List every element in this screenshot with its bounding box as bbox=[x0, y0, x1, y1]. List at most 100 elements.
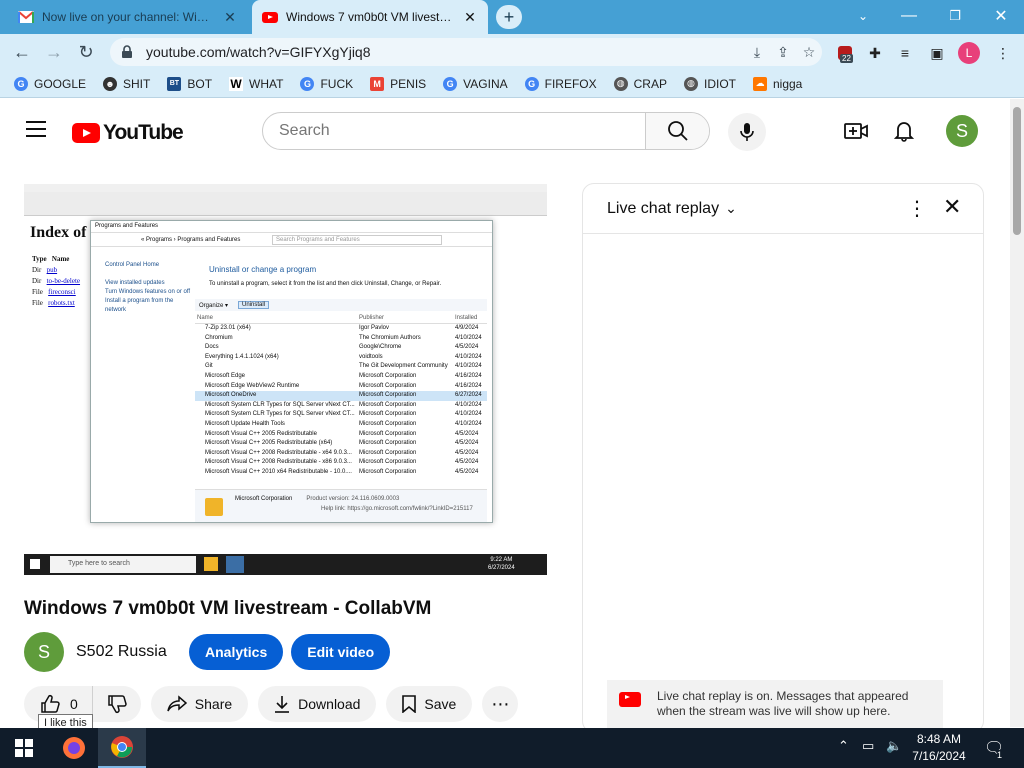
media-control-icon[interactable]: ≡ bbox=[894, 42, 916, 64]
close-tab-icon[interactable]: ✕ bbox=[462, 9, 478, 26]
vm-program-row: Microsoft OneDrive Microsoft Corporation 6… bbox=[195, 391, 487, 401]
save-button[interactable]: Save bbox=[386, 686, 473, 722]
edit-video-button[interactable]: Edit video bbox=[291, 634, 391, 670]
vm-index-link: pub bbox=[46, 266, 58, 274]
youtube-logo[interactable]: YouTube bbox=[72, 121, 184, 145]
vm-program-cell: 7-Zip 23.01 (x64) bbox=[205, 325, 251, 331]
bookmark-star-icon[interactable]: ☆ bbox=[796, 44, 822, 61]
bookmark-idiot[interactable]: ◍ IDIOT bbox=[683, 76, 736, 91]
vm-subheading: To uninstall a program, select it from t… bbox=[209, 281, 442, 287]
forward-button[interactable]: → bbox=[42, 40, 66, 64]
browser-menu-icon[interactable]: ⋮ bbox=[992, 42, 1014, 64]
search-box[interactable]: Search bbox=[262, 112, 710, 150]
create-video-icon[interactable] bbox=[842, 117, 870, 145]
vm-program-cell: 4/10/2024 bbox=[455, 420, 482, 427]
vm-program-cell: 4/10/2024 bbox=[455, 411, 482, 418]
extension-badge-icon[interactable]: 22 bbox=[834, 42, 856, 64]
bookmark-nigga[interactable]: ☁ nigga bbox=[752, 76, 802, 91]
vm-program-cell: Microsoft System CLR Types for SQL Serve… bbox=[205, 411, 355, 418]
bookmark-label: GOOGLE bbox=[34, 76, 87, 91]
back-button[interactable]: ← bbox=[10, 40, 34, 64]
vm-program-row: Microsoft Visual C++ 2005 Redistributabl… bbox=[195, 430, 487, 440]
vm-program-cell: Microsoft Visual C++ 2008 Redistributabl… bbox=[205, 459, 352, 466]
tab-livestream[interactable]: Windows 7 vm0b0t VM livestream ✕ bbox=[252, 0, 488, 34]
install-app-icon[interactable]: ⤓ bbox=[744, 44, 770, 61]
bookmark-icon bbox=[402, 695, 417, 713]
page-scrollbar[interactable] bbox=[1010, 99, 1024, 727]
search-input[interactable]: Search bbox=[263, 113, 645, 149]
vm-program-cell: Microsoft Edge bbox=[205, 372, 246, 379]
taskbar-chrome[interactable] bbox=[98, 728, 146, 768]
tab-now-live[interactable]: Now live on your channel: Windo ✕ bbox=[8, 0, 248, 34]
vm-program-cell: Microsoft Edge WebView2 Runtime bbox=[205, 382, 300, 389]
youtube-wordmark: YouTube bbox=[103, 121, 184, 144]
account-avatar[interactable]: S bbox=[946, 115, 978, 147]
vm-program-cell: Microsoft Visual C++ 2008 Redistributabl… bbox=[205, 449, 352, 456]
close-tab-icon[interactable]: ✕ bbox=[222, 9, 238, 26]
vm-program-row: Microsoft Visual C++ 2005 Redistributabl… bbox=[195, 439, 487, 449]
vm-details-version: Product version: 24.116.0609.0003 bbox=[306, 496, 400, 502]
taskbar-clock[interactable]: 8:48 AM 7/16/2024 bbox=[906, 731, 972, 765]
bookmark-firefox[interactable]: G FIREFOX bbox=[524, 76, 597, 91]
close-window-button[interactable]: ✕ bbox=[978, 0, 1024, 32]
voice-search-button[interactable] bbox=[728, 113, 766, 151]
close-chat-icon[interactable]: ✕ bbox=[943, 194, 961, 220]
dislike-button[interactable] bbox=[93, 686, 141, 722]
new-tab-button[interactable]: + bbox=[496, 5, 522, 29]
download-icon bbox=[275, 696, 290, 713]
search-button[interactable] bbox=[645, 113, 709, 149]
bookmark-bot[interactable]: BT BOT bbox=[167, 76, 212, 91]
notification-count: 1 bbox=[997, 750, 1003, 760]
address-bar[interactable]: youtube.com/watch?v=GIFYXgYjiq8 ⤓ ⇪ ☆ bbox=[110, 38, 822, 66]
notifications-bell-icon[interactable] bbox=[890, 117, 918, 145]
share-page-icon[interactable]: ⇪ bbox=[770, 44, 796, 61]
vm-uninstall: Uninstall bbox=[238, 301, 270, 309]
tray-overflow-icon[interactable]: ⌃ bbox=[838, 738, 849, 754]
profile-avatar[interactable]: L bbox=[958, 42, 980, 64]
vm-search-bar: Type here to search bbox=[50, 556, 196, 573]
download-button[interactable]: Download bbox=[258, 686, 377, 722]
video-player[interactable]: Index of Type Name Dir pub Dir to-be-del… bbox=[24, 184, 547, 575]
vm-program-cell: Google\Chrome bbox=[359, 344, 402, 351]
volume-muted-icon[interactable]: 🔈 bbox=[886, 738, 902, 754]
chat-mode-dropdown[interactable]: Live chat replay bbox=[607, 200, 719, 218]
chat-replay-notice: Live chat replay is on. Messages that ap… bbox=[607, 680, 943, 728]
vm-program-cell: 6/27/2024 bbox=[455, 392, 482, 399]
scrollbar-thumb[interactable] bbox=[1013, 107, 1021, 235]
bookmark-fuck[interactable]: G FUCK bbox=[300, 76, 353, 91]
network-icon[interactable]: ▭ bbox=[862, 738, 874, 754]
windows-start-button[interactable] bbox=[0, 728, 48, 768]
url-text: youtube.com/watch?v=GIFYXgYjiq8 bbox=[146, 44, 371, 60]
live-chat-panel: Live chat replay ⌄ ⋮ ✕ Live chat replay … bbox=[582, 183, 984, 733]
bookmark-label: FIREFOX bbox=[544, 76, 597, 91]
google-icon: G bbox=[524, 76, 539, 91]
minimize-button[interactable]: — bbox=[886, 0, 932, 32]
bookmark-penis[interactable]: M PENIS bbox=[370, 76, 426, 91]
vm-program-cell: Microsoft Corporation bbox=[359, 430, 417, 437]
taskbar-firefox[interactable] bbox=[50, 728, 98, 768]
channel-avatar[interactable]: S bbox=[24, 632, 64, 672]
chevron-down-icon[interactable]: ⌄ bbox=[725, 200, 737, 217]
extensions-puzzle-icon[interactable]: ✚ bbox=[864, 42, 886, 64]
bookmark-crap[interactable]: ◍ CRAP bbox=[613, 76, 667, 91]
vm-col-header: Name bbox=[197, 315, 214, 321]
vm-browser-titlebar bbox=[24, 184, 547, 192]
bookmark-vagina[interactable]: G VAGINA bbox=[443, 76, 508, 91]
soundcloud-icon: ☁ bbox=[752, 76, 767, 91]
share-button[interactable]: Share bbox=[150, 686, 249, 722]
chat-more-icon[interactable]: ⋮ bbox=[907, 196, 927, 221]
reload-button[interactable]: ↻ bbox=[74, 40, 98, 64]
gmail-icon: M bbox=[370, 76, 385, 91]
side-panel-icon[interactable]: ▣ bbox=[926, 42, 948, 64]
menu-hamburger-icon[interactable] bbox=[26, 121, 46, 137]
tab-search-icon[interactable]: ⌄ bbox=[840, 0, 886, 32]
vm-program-cell: Chromium bbox=[205, 334, 233, 341]
bookmark-what[interactable]: W WHAT bbox=[229, 76, 283, 91]
bookmark-google[interactable]: G GOOGLE bbox=[14, 76, 87, 91]
restore-button[interactable]: ❐ bbox=[932, 0, 978, 32]
bookmark-shit[interactable]: ☻ SHIT bbox=[103, 76, 150, 91]
more-actions-icon[interactable]: ⋯ bbox=[482, 686, 519, 722]
browser-toolbar: ← → ↻ youtube.com/watch?v=GIFYXgYjiq8 ⤓ … bbox=[0, 34, 1024, 70]
channel-name[interactable]: S502 Russia bbox=[76, 643, 176, 661]
analytics-button[interactable]: Analytics bbox=[189, 634, 284, 670]
